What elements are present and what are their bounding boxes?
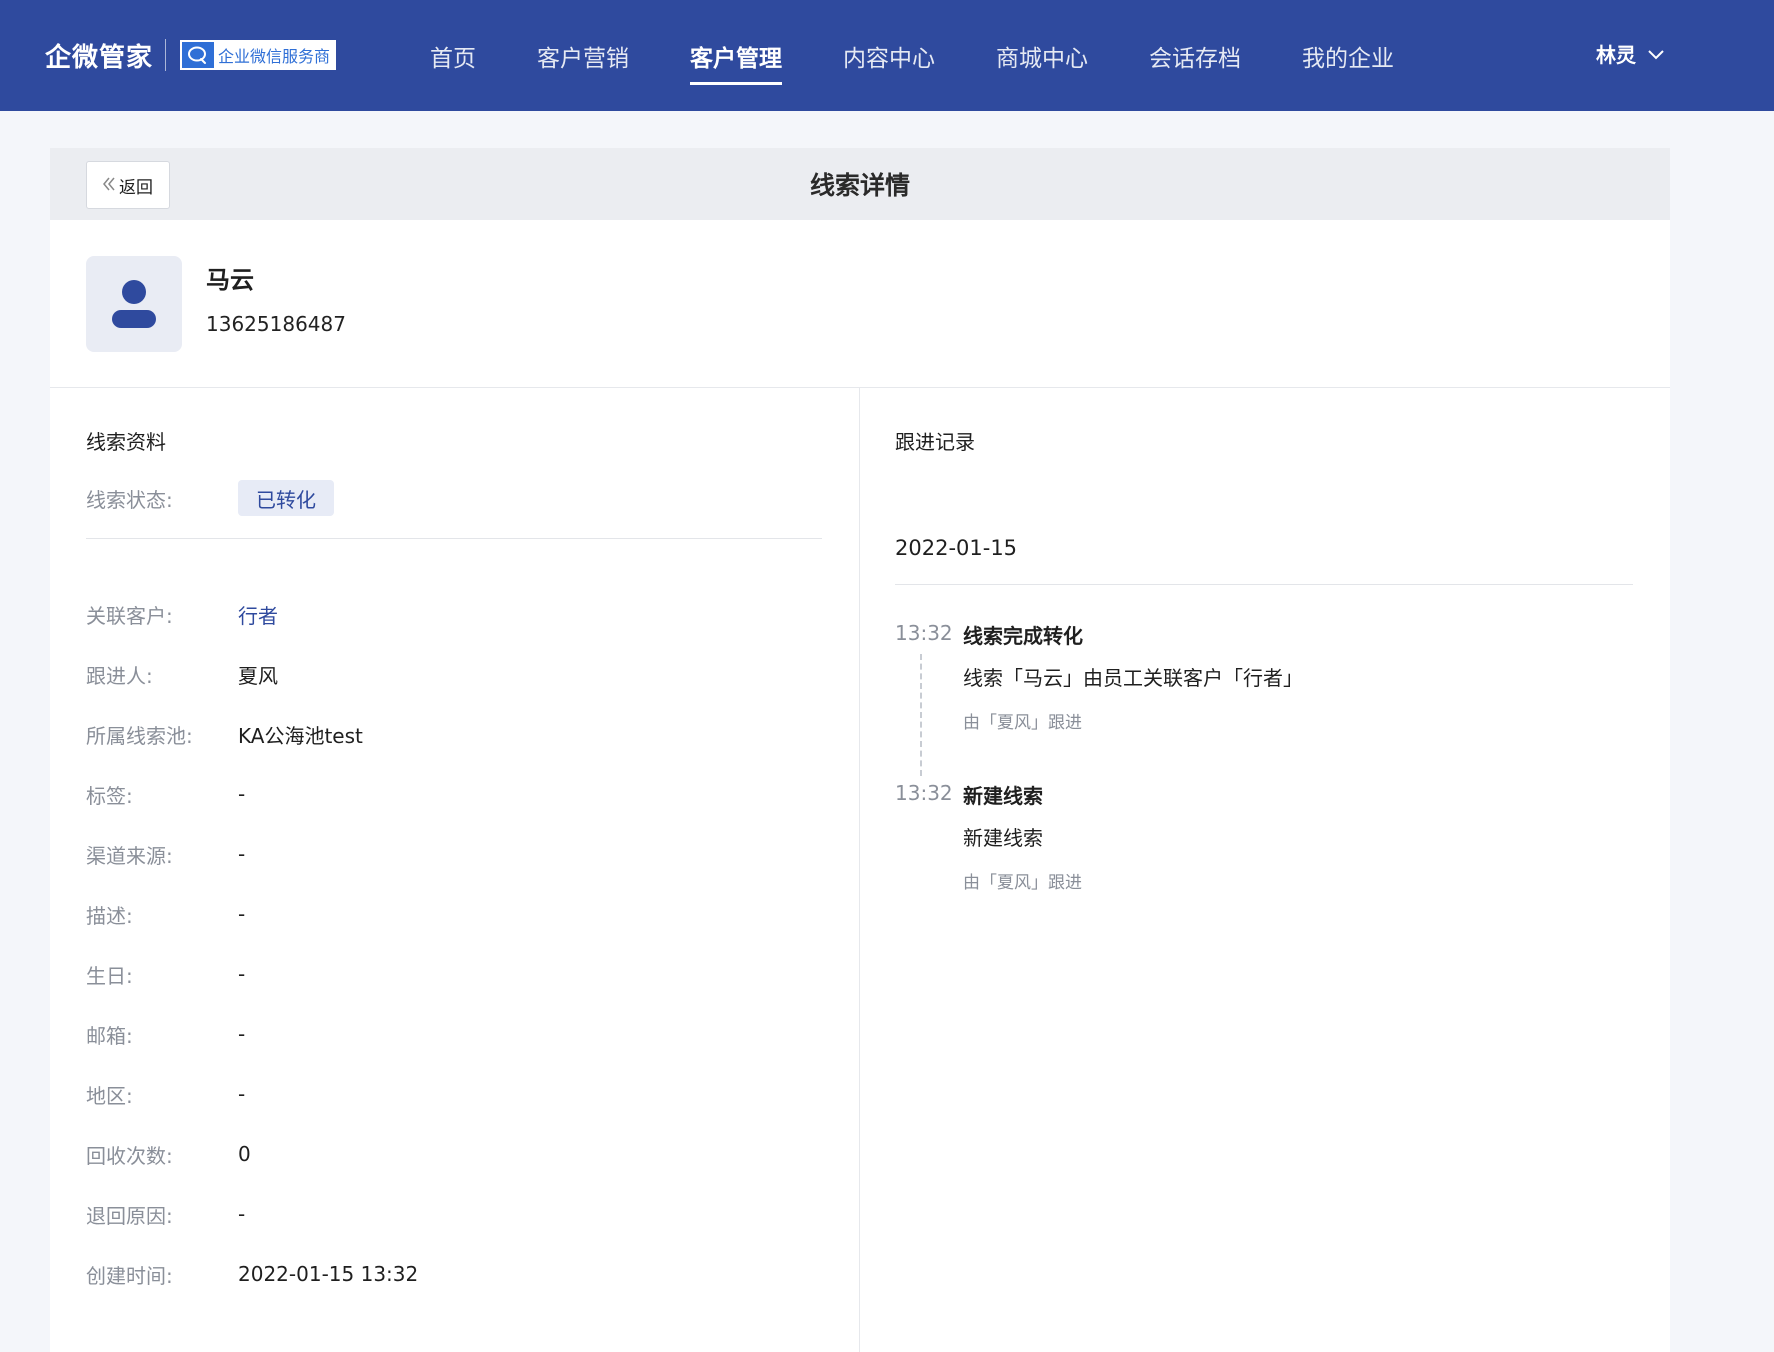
field-label: 渠道来源:: [86, 843, 173, 868]
field-row: 标签: -: [86, 764, 418, 824]
field-label: 回收次数:: [86, 1143, 173, 1168]
chevron-down-icon: [1648, 41, 1664, 65]
timeline-item: 13:32 线索完成转化 线索「马云」由员工关联客户「行者」 由「夏风」跟进: [895, 584, 1633, 776]
field-row: 生日: -: [86, 944, 418, 1004]
nav-mall-center[interactable]: 商城中心: [996, 0, 1088, 111]
lead-phone: 13625186487: [206, 312, 346, 336]
field-value: -: [238, 1202, 246, 1226]
field-row: 创建时间: 2022-01-15 13:32: [86, 1244, 418, 1304]
field-label: 标签:: [86, 783, 133, 808]
page-title: 线索详情: [809, 171, 910, 200]
followup-date: 2022-01-15: [895, 536, 1018, 560]
back-label: 返回: [119, 177, 153, 198]
field-row: 邮箱: -: [86, 1004, 418, 1064]
user-menu[interactable]: 林灵: [1596, 38, 1664, 68]
timeline-title: 新建线索: [963, 784, 1043, 808]
timeline-desc: 线索「马云」由员工关联客户「行者」: [963, 666, 1303, 690]
lead-status-row: 线索状态: 已转化: [86, 480, 334, 516]
avatar: [86, 256, 182, 352]
timeline-title: 线索完成转化: [963, 624, 1083, 648]
lead-fields: 关联客户: 行者 跟进人: 夏风 所属线索池: KA公海池test 标签: - …: [86, 584, 418, 1304]
field-label: 线索状态:: [86, 487, 173, 512]
field-label: 邮箱:: [86, 1023, 133, 1048]
status-badge: 已转化: [238, 480, 334, 516]
field-value: 0: [238, 1142, 251, 1166]
main-nav: 首页 客户营销 客户管理 内容中心 商城中心 会话存档 我的企业: [430, 0, 1455, 111]
field-row: 渠道来源: -: [86, 824, 418, 884]
nav-content-center[interactable]: 内容中心: [843, 0, 935, 111]
field-label: 所属线索池:: [86, 723, 193, 748]
field-row: 所属线索池: KA公海池test: [86, 704, 418, 764]
detail-columns: 线索资料 线索状态: 已转化 关联客户: 行者 跟进人: 夏风 所属线索池: K…: [50, 388, 1670, 1352]
card-header: 线索详情 返回: [50, 148, 1670, 220]
field-value: -: [238, 1082, 246, 1106]
field-label: 退回原因:: [86, 1203, 173, 1228]
timeline-time: 13:32: [895, 621, 953, 645]
top-navigation-bar: 企微管家 企业微信服务商 首页 客户营销 客户管理 内容中心 商城中心 会话存档…: [0, 0, 1774, 111]
brand-name: 企微管家: [45, 42, 154, 73]
followup-title: 跟进记录: [895, 430, 975, 454]
followup-timeline: 13:32 线索完成转化 线索「马云」由员工关联客户「行者」 由「夏风」跟进 1…: [895, 584, 1633, 904]
timeline-follower: 由「夏风」跟进: [963, 713, 1082, 733]
back-button[interactable]: 返回: [86, 161, 170, 209]
field-row: 跟进人: 夏风: [86, 644, 418, 704]
service-provider-badge: 企业微信服务商: [180, 40, 337, 70]
timeline-time: 13:32: [895, 781, 953, 805]
linked-customer-link[interactable]: 行者: [238, 600, 278, 629]
user-name: 林灵: [1596, 42, 1636, 67]
field-label: 创建时间:: [86, 1263, 173, 1288]
field-label: 跟进人:: [86, 663, 153, 688]
nav-customer-management[interactable]: 客户管理: [690, 0, 782, 111]
lead-detail-card: 线索详情 返回 马云 13625186487 线索资料 线索状态: 已转化 关联…: [50, 148, 1670, 1352]
field-value: -: [238, 782, 246, 806]
nav-conversation-archive[interactable]: 会话存档: [1149, 0, 1241, 111]
field-value: 夏风: [238, 663, 278, 688]
field-label: 生日:: [86, 963, 133, 988]
lead-profile: 马云 13625186487: [50, 220, 1670, 388]
field-value: -: [238, 842, 246, 866]
field-row: 关联客户: 行者: [86, 584, 418, 644]
timeline-item: 13:32 新建线索 新建线索 由「夏风」跟进: [895, 744, 1633, 904]
brand-divider: [165, 39, 167, 71]
field-value: KA公海池test: [238, 723, 363, 748]
chat-bubble-icon: [182, 42, 215, 68]
double-chevron-left-icon: [103, 175, 115, 196]
nav-home[interactable]: 首页: [430, 0, 476, 111]
field-label: 关联客户:: [86, 603, 173, 628]
field-label: 描述:: [86, 903, 133, 928]
nav-my-enterprise[interactable]: 我的企业: [1302, 0, 1394, 111]
user-icon: [112, 280, 156, 328]
field-row: 回收次数: 0: [86, 1124, 418, 1184]
field-label: 地区:: [86, 1083, 133, 1108]
nav-customer-marketing[interactable]: 客户营销: [537, 0, 629, 111]
badge-text: 企业微信服务商: [218, 47, 331, 66]
brand[interactable]: 企微管家 企业微信服务商: [45, 34, 337, 76]
field-row: 描述: -: [86, 884, 418, 944]
lead-info-title: 线索资料: [86, 430, 166, 454]
field-value: -: [238, 1022, 246, 1046]
column-divider: [859, 388, 860, 1352]
timeline-desc: 新建线索: [963, 826, 1043, 850]
section-divider: [86, 538, 822, 539]
field-value: -: [238, 962, 246, 986]
field-value: 2022-01-15 13:32: [238, 1262, 419, 1286]
lead-name: 马云: [206, 266, 254, 294]
field-row: 退回原因: -: [86, 1184, 418, 1244]
field-row: 地区: -: [86, 1064, 418, 1124]
timeline-follower: 由「夏风」跟进: [963, 873, 1082, 893]
field-value: -: [238, 902, 246, 926]
